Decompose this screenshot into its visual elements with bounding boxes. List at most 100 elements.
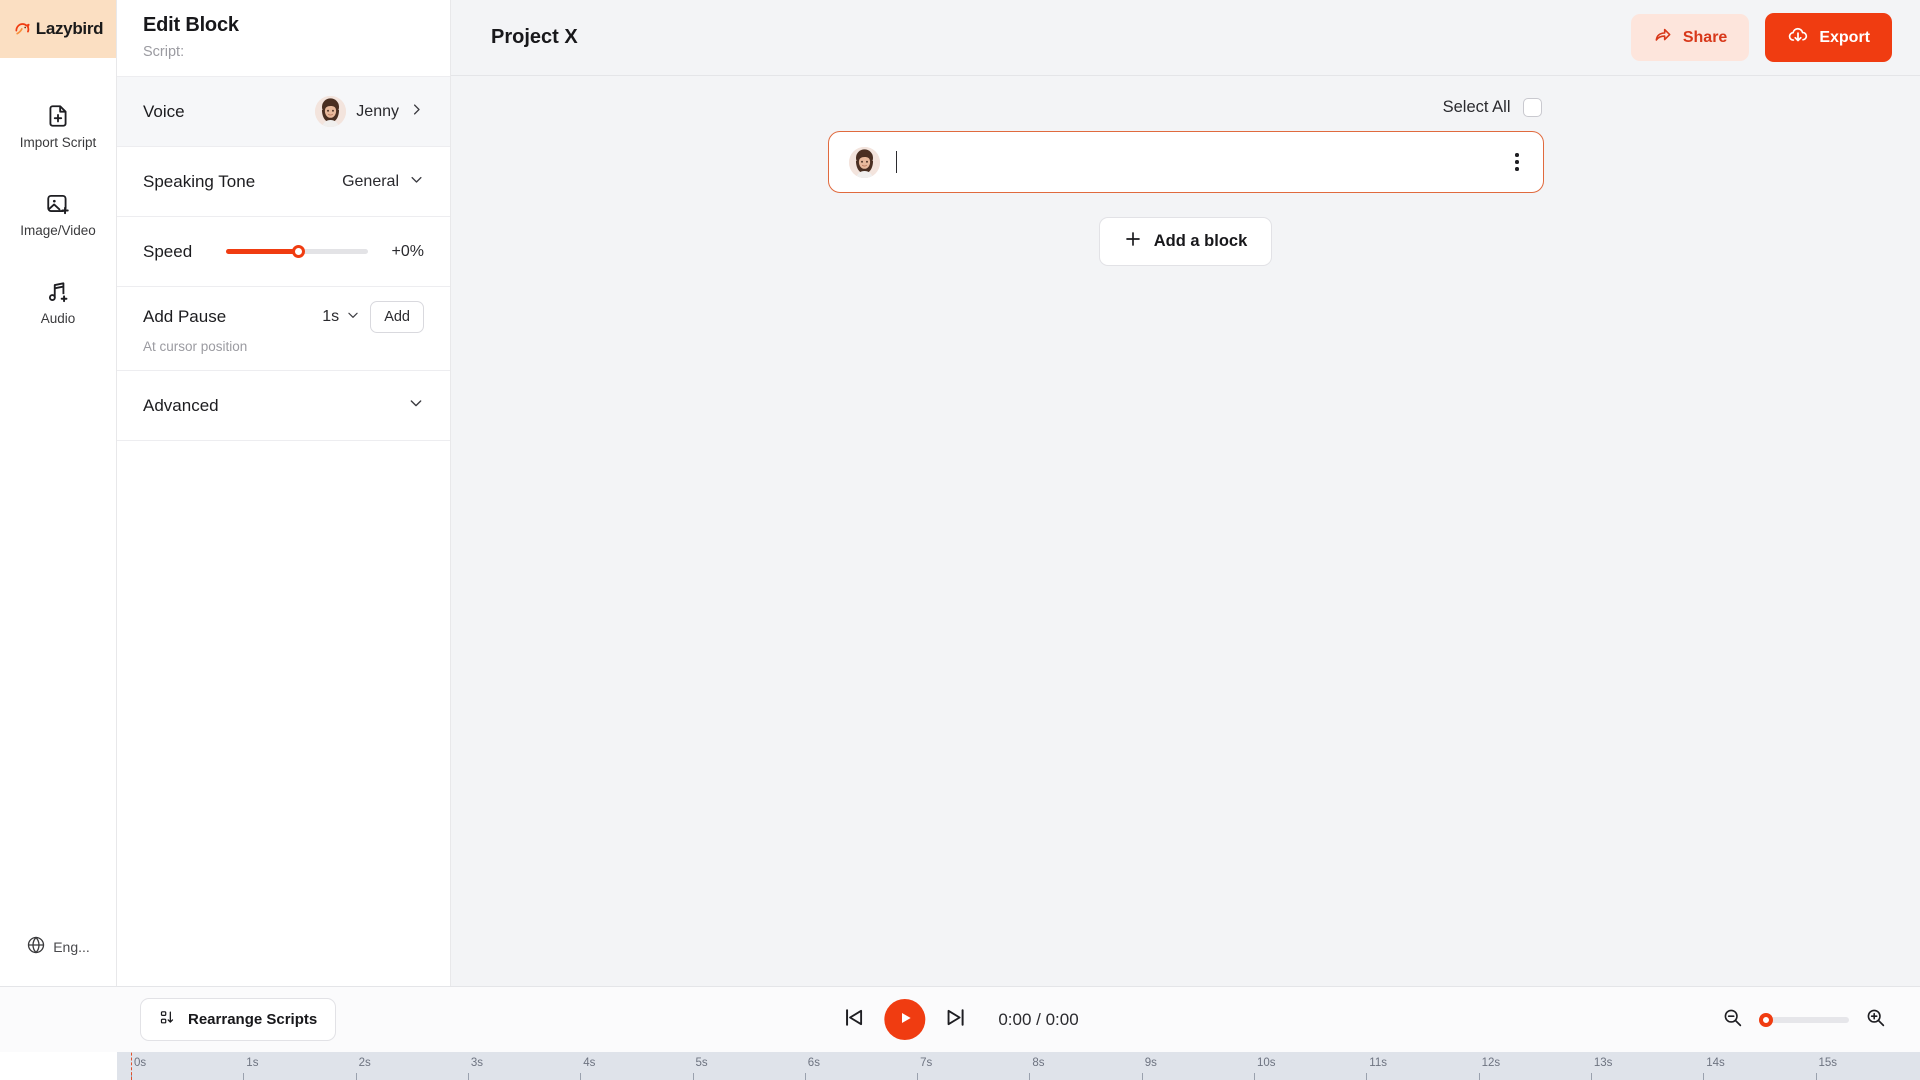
timeline-tick-label: 7s — [920, 1057, 933, 1069]
rail-item-label: Image/Video — [20, 222, 96, 238]
speaking-tone-value: General — [342, 172, 399, 190]
left-rail: Lazybird Import Script Image/Video Audio… — [0, 0, 117, 986]
timeline-tick-label: 11s — [1369, 1057, 1387, 1069]
select-all-label: Select All — [1442, 98, 1511, 116]
voice-row[interactable]: Voice Jenny — [117, 77, 450, 147]
speed-row[interactable]: Speed +0% — [117, 217, 450, 287]
chevron-down-icon — [409, 172, 424, 192]
play-icon — [897, 1010, 913, 1029]
editor-canvas: Select All Add a block — [451, 76, 1920, 986]
language-selector[interactable]: Eng... — [0, 921, 116, 986]
timeline-tick-label: 13s — [1593, 1057, 1613, 1069]
share-icon — [1653, 25, 1673, 50]
timeline-tick-mark — [1366, 1073, 1368, 1080]
skip-forward-icon[interactable] — [943, 1005, 968, 1035]
timeline-tick-label: 2s — [358, 1057, 371, 1069]
plus-icon — [1124, 230, 1142, 253]
rail-item-label: Audio — [40, 310, 76, 326]
speed-value: +0% — [391, 242, 424, 260]
voice-value: Jenny — [356, 102, 399, 120]
timeline-tick-mark — [1703, 1073, 1705, 1080]
export-label: Export — [1819, 28, 1870, 46]
timeline-tick-mark — [243, 1073, 245, 1080]
image-plus-icon — [45, 191, 71, 217]
top-bar: Project X Share Export — [451, 0, 1920, 76]
voice-value-group: Jenny — [315, 96, 424, 127]
player-bar: Rearrange Scripts 0:00 / 0:00 — [0, 986, 1920, 1052]
speed-slider-knob[interactable] — [291, 245, 305, 258]
panel-title: Edit Block — [143, 14, 239, 36]
file-plus-icon — [45, 103, 71, 129]
add-pause-controls: 1s Add — [322, 301, 424, 333]
player-left: Rearrange Scripts — [0, 998, 451, 1041]
timeline-tick-label: 0s — [134, 1057, 147, 1069]
timeline-tick-mark — [1478, 1073, 1480, 1080]
timeline-tick-mark — [467, 1073, 469, 1080]
timeline-tick-mark — [917, 1073, 919, 1080]
timeline-tick-label: 15s — [1818, 1057, 1838, 1069]
sort-icon — [159, 1009, 176, 1030]
rearrange-scripts-label: Rearrange Scripts — [188, 1011, 318, 1028]
skip-back-icon[interactable] — [841, 1005, 866, 1035]
add-block-button[interactable]: Add a block — [1098, 217, 1273, 266]
timeline-tick-label: 10s — [1257, 1057, 1276, 1069]
chevron-down-icon — [346, 308, 360, 327]
zoom-out-icon[interactable] — [1722, 1007, 1743, 1033]
timeline-tick-label: 12s — [1481, 1057, 1501, 1069]
rail-item-image-video[interactable]: Image/Video — [0, 178, 116, 252]
music-plus-icon — [45, 279, 71, 305]
top-bar-actions: Share Export — [1630, 13, 1892, 62]
share-label: Share — [1682, 28, 1728, 46]
timeline-tick-mark — [692, 1073, 694, 1080]
playback-time: 0:00 / 0:00 — [998, 1009, 1079, 1029]
chevron-right-icon — [409, 102, 424, 122]
timeline-tick-label: 6s — [807, 1057, 820, 1069]
play-button[interactable] — [884, 999, 926, 1040]
kebab-dot — [1514, 153, 1519, 157]
project-title: Project X — [491, 26, 578, 48]
timeline-gutter — [0, 1052, 117, 1080]
edit-block-panel: Edit Block Script: Voice Jenny Speaking … — [117, 0, 451, 986]
brand-logo[interactable]: Lazybird — [0, 0, 116, 58]
block-text-input[interactable] — [895, 147, 1507, 177]
brand-name: Lazybird — [35, 19, 104, 38]
lazybird-bird-icon — [13, 19, 33, 39]
kebab-menu-icon[interactable] — [1507, 147, 1527, 177]
advanced-toggle[interactable] — [408, 395, 424, 416]
timeline-ruler[interactable]: 0s 1s 2s 3s 4s 5s 6s 7s 8s 9s 10s 11s 12s 13s 14s 15s — [0, 1052, 1920, 1080]
rearrange-scripts-button[interactable]: Rearrange Scripts — [140, 998, 337, 1041]
panel-header: Edit Block Script: — [117, 0, 450, 76]
rail-item-audio[interactable]: Audio — [0, 266, 116, 340]
main-area: Project X Share Export Select All Add a … — [451, 0, 1920, 986]
text-caret — [895, 151, 897, 173]
add-pause-button[interactable]: Add — [370, 301, 424, 333]
timeline-playhead[interactable] — [131, 1052, 132, 1080]
globe-icon — [26, 935, 46, 958]
pause-duration-select[interactable]: 1s — [322, 308, 360, 327]
zoom-slider-knob[interactable] — [1759, 1012, 1773, 1027]
add-block-label: Add a block — [1153, 232, 1248, 250]
speed-label: Speed — [143, 241, 193, 261]
timeline-tick-label: 1s — [246, 1057, 259, 1069]
speaking-tone-value-group: General — [342, 172, 424, 192]
timeline-tick-label: 8s — [1032, 1057, 1045, 1069]
timeline-tick-mark — [1590, 1073, 1592, 1080]
select-all-checkbox[interactable] — [1522, 98, 1542, 117]
cloud-download-icon — [1787, 24, 1809, 51]
speed-slider[interactable] — [226, 245, 368, 258]
advanced-label: Advanced — [143, 395, 219, 415]
script-block[interactable] — [827, 131, 1544, 193]
export-button[interactable]: Export — [1765, 13, 1892, 62]
rail-spacer — [0, 340, 116, 921]
pause-duration-value: 1s — [322, 308, 340, 325]
zoom-slider[interactable] — [1759, 1012, 1849, 1027]
timeline-tick-mark — [355, 1073, 357, 1080]
share-button[interactable]: Share — [1630, 14, 1750, 61]
speaking-tone-row[interactable]: Speaking Tone General — [117, 147, 450, 217]
rail-item-import-script[interactable]: Import Script — [0, 90, 116, 164]
voice-label: Voice — [143, 101, 185, 121]
timeline-tick-mark — [1141, 1073, 1143, 1080]
zoom-in-icon[interactable] — [1865, 1007, 1886, 1033]
add-pause-note: At cursor position — [143, 339, 248, 354]
advanced-row[interactable]: Advanced — [117, 371, 450, 441]
